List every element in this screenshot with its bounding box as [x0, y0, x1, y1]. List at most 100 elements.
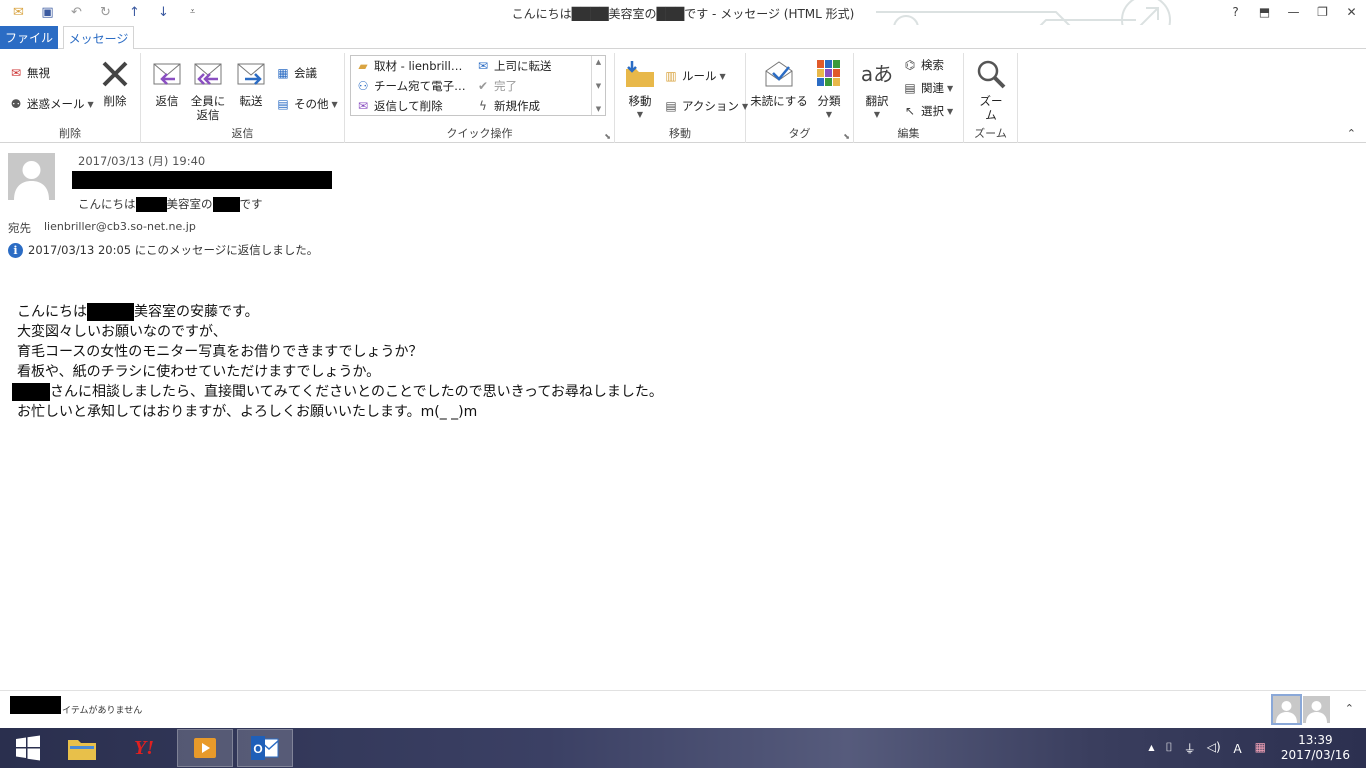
window-controls: ? ⬒ — ❐ ✕ [1221, 0, 1366, 24]
check-icon: ✔ [477, 79, 489, 93]
delete-button[interactable]: 削除 [98, 57, 132, 108]
redacted-block [212, 196, 240, 212]
quick-step-item[interactable]: ϟ 新規作成 [475, 98, 540, 114]
ime-icon[interactable]: Ａ [1232, 740, 1244, 757]
help-button[interactable]: ? [1221, 0, 1250, 24]
reply-all-icon [191, 57, 225, 91]
media-icon [194, 738, 216, 758]
cursor-icon: ↖ [904, 104, 916, 118]
select-button[interactable]: ↖ 選択 ▼ [902, 103, 953, 119]
expand-pane-icon[interactable]: ⌃ [1345, 702, 1354, 715]
chevron-down-icon: ▼ [719, 71, 726, 81]
gallery-more-icon[interactable]: ▼ [596, 105, 601, 113]
reply-group: 返信 全員に 返信 転送 ▦ 会議 ▤ その他 ▼ 返信 [141, 53, 345, 143]
quick-step-item[interactable]: ✔ 完了 [475, 78, 517, 94]
collapse-ribbon-icon[interactable]: ⌃ [1347, 127, 1356, 140]
reply-group-label: 返信 [231, 127, 254, 140]
close-button[interactable]: ✕ [1337, 0, 1366, 24]
quick-step-item[interactable]: ✉ 返信して削除 [355, 98, 443, 114]
move-folder-icon [623, 57, 657, 91]
related-button[interactable]: ▤ 関連 ▼ [902, 80, 953, 96]
magnifier-icon [974, 57, 1008, 91]
window-title: こんにちは████美容室の███です - メッセージ (HTML 形式) [511, 7, 855, 21]
to-label: 宛先 [8, 221, 31, 235]
minimize-button[interactable]: — [1279, 0, 1308, 24]
outlook-taskbar-button[interactable]: O [237, 729, 293, 767]
quick-step-item[interactable]: ⚇ チーム宛て電子… [355, 78, 466, 94]
chevron-up-icon[interactable]: ▲ [596, 58, 601, 66]
chevron-down-icon: ▼ [87, 99, 94, 109]
ignore-button[interactable]: ✉ 無視 [8, 65, 50, 81]
rules-button[interactable]: ▥ ルール ▼ [663, 68, 726, 84]
body-line: こんにちは 美容室の安藤です。 [17, 303, 259, 321]
chevron-down-icon[interactable]: ▼ [596, 82, 601, 90]
clock-date: 2017/03/16 [1280, 748, 1350, 762]
body-line: さんに相談しましたら、直接聞いてみてくださいとのことでしたので思いきってお尋ねし… [12, 382, 1112, 402]
explorer-button[interactable] [54, 729, 110, 767]
clock[interactable]: 13:39 2017/03/16 [1281, 733, 1350, 763]
system-tray: ▲ ⌷ ⏚ ◁) Ａ ▦ [1148, 740, 1266, 757]
junk-button[interactable]: ⚉ 迷惑メール ▼ [8, 96, 94, 112]
outlook-message-window: ✉ ▣ ↶ ↻ ↑ ↓ ⩡ こんにちは████美容室の███です - メッセージ… [0, 0, 1366, 768]
redacted-block [87, 303, 134, 321]
reply-icon [150, 57, 184, 91]
replied-info-bar: i 2017/03/13 20:05 にこのメッセージに返信しました。 [8, 242, 318, 258]
quick-steps-gallery: ▰ 取材 - lienbrill… ⚇ チーム宛て電子… ✉ 返信して削除 ✉ … [350, 55, 606, 116]
title-bar: ✉ ▣ ↶ ↻ ↑ ↓ ⩡ こんにちは████美容室の███です - メッセージ… [0, 0, 1366, 45]
delete-icon [98, 57, 132, 91]
move-button[interactable]: 移動 ▼ [623, 57, 657, 122]
sender-avatar[interactable] [8, 153, 55, 200]
windows-icon [16, 735, 40, 761]
edit-group: aあ 翻訳 ▼ ⌬ 検索 ▤ 関連 ▼ ↖ 選択 ▼ 編集 [854, 53, 964, 143]
outlook-icon: O [251, 736, 279, 760]
zoom-button[interactable]: ズーム [974, 57, 1008, 122]
to-address[interactable]: lienbriller@cb3.so-net.ne.jp [44, 220, 196, 233]
quick-step-item[interactable]: ✉ 上司に転送 [475, 58, 552, 74]
team-mail-icon: ⚇ [357, 79, 369, 93]
reply-all-button[interactable]: 全員に 返信 [189, 57, 227, 122]
ignore-icon: ✉ [10, 66, 22, 80]
show-hidden-icon[interactable]: ▲ [1148, 740, 1154, 757]
taskbar: Y! O ▲ ⌷ ⏚ ◁) Ａ ▦ 13:39 2017/03/16 [0, 728, 1366, 768]
reply-button[interactable]: 返信 [149, 57, 185, 108]
actions-icon: ▤ [665, 99, 677, 113]
translate-button[interactable]: aあ 翻訳 ▼ [860, 57, 894, 122]
start-button[interactable] [0, 729, 56, 767]
notification-icon[interactable]: ▦ [1255, 740, 1266, 757]
more-icon: ▤ [277, 97, 289, 111]
media-player-button[interactable] [177, 729, 233, 767]
more-reply-button[interactable]: ▤ その他 ▼ [275, 96, 337, 112]
actions-button[interactable]: ▤ アクション ▼ [663, 98, 748, 114]
yahoo-button[interactable]: Y! [116, 729, 172, 767]
redacted-block [10, 696, 61, 714]
forward-button[interactable]: 転送 [233, 57, 269, 108]
mark-unread-button[interactable]: 未読にする [750, 57, 808, 108]
tablet-icon[interactable]: ⌷ [1166, 740, 1173, 757]
tags-group-label: タグ [788, 127, 811, 140]
person-avatar[interactable] [1303, 696, 1330, 723]
message-body[interactable]: こんにちは 美容室の安藤です。 大変図々しいお願いなのですが、 育毛コースの女性… [12, 302, 1112, 422]
message-subject: こんにちは 美容室の です [78, 196, 263, 212]
unread-mail-icon [762, 57, 796, 91]
restore-button[interactable]: ❐ [1308, 0, 1337, 24]
network-icon[interactable]: ⏚ [1184, 740, 1196, 757]
svg-text:O: O [253, 742, 262, 756]
ribbon-display-button[interactable]: ⬒ [1250, 0, 1279, 24]
find-button[interactable]: ⌬ 検索 [902, 57, 944, 73]
body-line: 大変図々しいお願いなのですが、 [17, 324, 227, 340]
folder-icon: ▰ [358, 59, 368, 73]
volume-icon[interactable]: ◁) [1207, 740, 1221, 757]
ribbon: ✉ 無視 ⚉ 迷惑メール ▼ 削除 削除 返信 全員に 返信 転送 ▦ 会議 ▤… [0, 49, 1366, 143]
categorize-button[interactable]: 分類 ▼ [812, 57, 846, 122]
tab-message[interactable]: メッセージ [63, 26, 134, 50]
forward-icon [234, 57, 268, 91]
ribbon-tabs: ファイル メッセージ [0, 25, 1366, 50]
gallery-scrollbar[interactable]: ▲ ▼ ▼ [591, 56, 605, 115]
move-group: 移動 ▼ ▥ ルール ▼ ▤ アクション ▼ 移動 [615, 53, 748, 143]
tab-file[interactable]: ファイル [0, 26, 58, 49]
person-avatar[interactable] [1271, 694, 1302, 725]
people-pane-text: イテムがありません [62, 706, 143, 716]
quick-step-item[interactable]: ▰ 取材 - lienbrill… [355, 58, 462, 74]
junk-icon: ⚉ [10, 97, 22, 111]
meeting-button[interactable]: ▦ 会議 [275, 65, 317, 81]
